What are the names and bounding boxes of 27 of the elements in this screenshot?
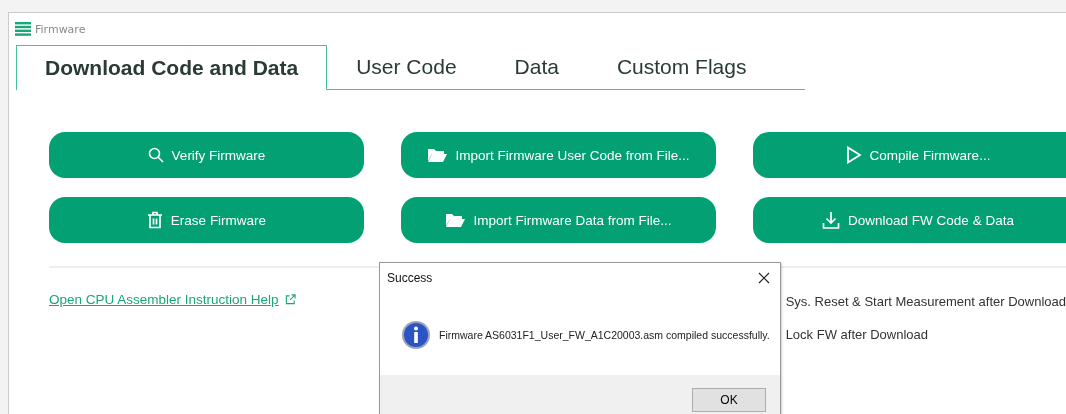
action-button[interactable]: Import Firmware User Code from File... <box>401 132 716 178</box>
action-button[interactable]: Verify Firmware <box>49 132 364 178</box>
action-button[interactable]: Erase Firmware <box>49 197 364 243</box>
action-button[interactable]: Import Firmware Data from File... <box>401 197 716 243</box>
folder-icon <box>445 212 466 228</box>
action-button[interactable]: Download FW Code & Data <box>753 197 1066 243</box>
download-icon <box>822 211 841 229</box>
tab[interactable]: User Code <box>327 45 486 90</box>
tab[interactable]: Download Code and Data <box>16 45 328 90</box>
help-link[interactable]: Open CPU Assembler Instruction Help <box>49 292 279 307</box>
dialog-message: Firmware AS6031F1_User_FW_A1C20003.asm compiled successfully. <box>439 328 770 341</box>
menu-icon[interactable] <box>15 22 31 36</box>
option-label: Lock FW after Download <box>785 327 928 342</box>
ok-button[interactable]: OK <box>692 388 766 412</box>
tab[interactable]: Data <box>485 45 588 90</box>
search-icon <box>147 147 164 163</box>
window-title: Firmware <box>35 22 86 36</box>
close-icon[interactable] <box>758 272 770 284</box>
trash-icon <box>146 211 163 229</box>
dialog-title: Success <box>387 271 433 285</box>
folder-icon <box>427 147 448 163</box>
info-icon <box>401 319 431 350</box>
option-label: Sys. Reset & Start Measurement after Download <box>785 294 1066 309</box>
tab[interactable]: Custom Flags <box>587 45 776 90</box>
play-icon <box>845 146 862 164</box>
external-link-icon <box>284 294 296 305</box>
action-button[interactable]: Compile Firmware... <box>753 132 1066 178</box>
